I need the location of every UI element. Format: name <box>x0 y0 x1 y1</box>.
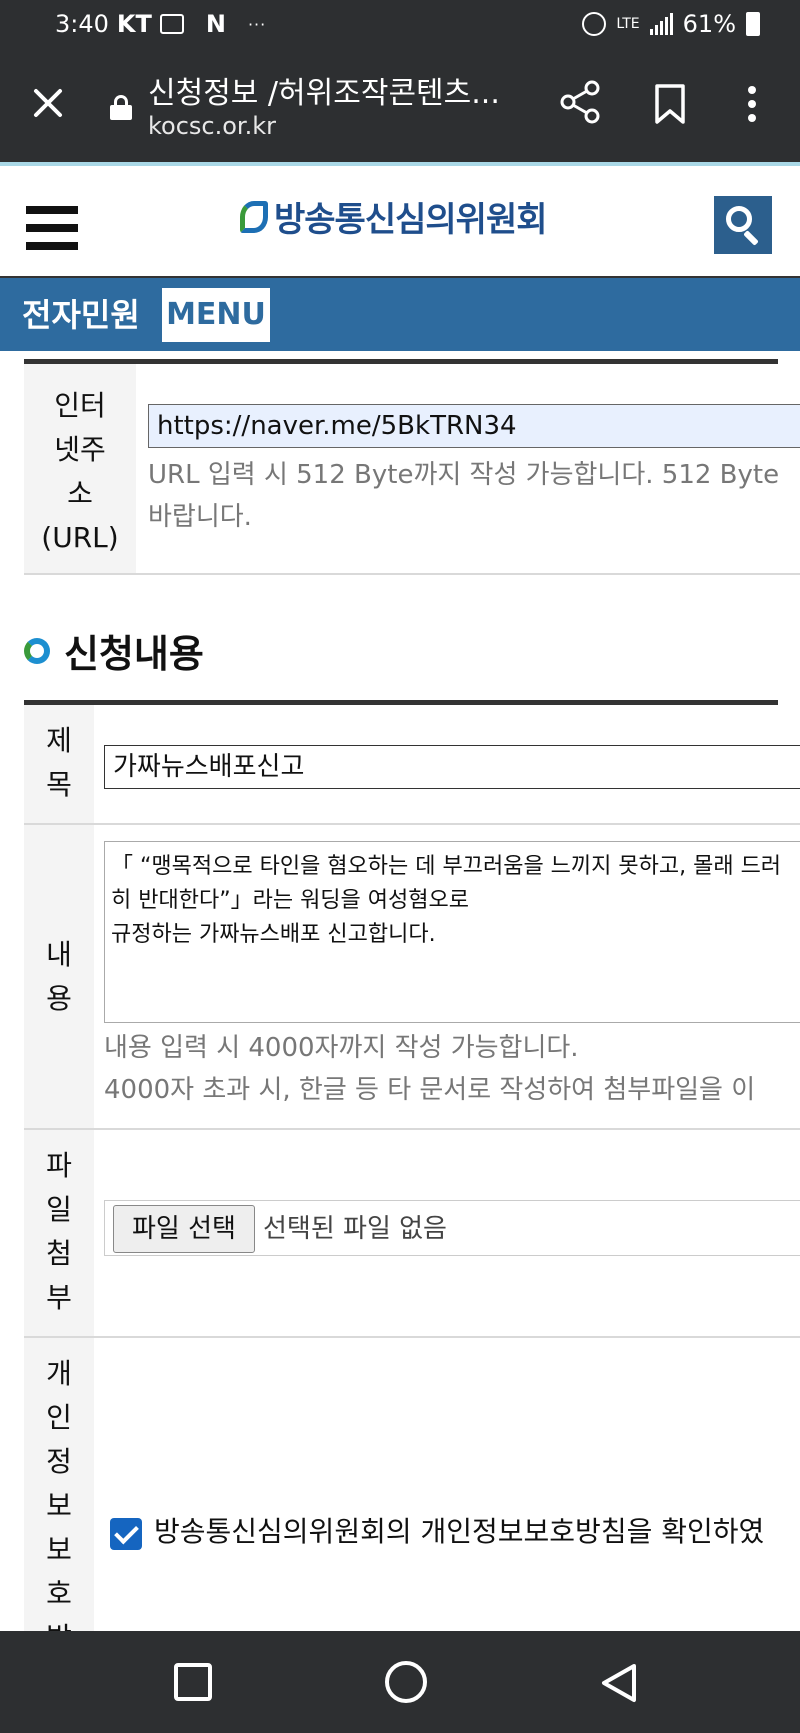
back-icon[interactable] <box>598 1663 638 1703</box>
content-row: 내 용 「 “맹목적으로 타인을 혐오하는 데 부끄러움을 느끼지 못하고, 몰… <box>24 825 800 1130</box>
battery-icon <box>746 12 760 36</box>
alarm-icon <box>582 12 607 36</box>
status-bar: 3:40 KT N ··· LTE 61% <box>0 0 800 50</box>
signal-icon <box>649 13 673 35</box>
file-label: 파 일 첨 부 <box>24 1130 94 1336</box>
privacy-agree-text[interactable]: 방송통신심의위원회의 개인정보보호방침을 확인하였 <box>154 1510 764 1554</box>
title-row: 제 목 가짜뉴스배포신고 <box>24 705 800 825</box>
logo-text: 방송통신심의위원회 <box>274 200 548 240</box>
status-time: 3:40 <box>55 10 109 38</box>
file-select-button[interactable]: 파일 선택 <box>113 1205 255 1253</box>
site-header: 방송통신심의위원회 <box>0 162 800 278</box>
n-notification-icon: N <box>205 10 226 38</box>
status-carrier: KT <box>116 10 152 38</box>
hamburger-menu-icon[interactable] <box>26 206 78 250</box>
form-content: 인터 넷주 소 (URL) https://naver.me/5BkTRN34 … <box>0 351 800 1631</box>
logo-mark-icon <box>240 200 268 233</box>
content-label: 내 용 <box>24 825 94 1128</box>
url-help-text: URL 입력 시 512 Byte까지 작성 가능합니다. 512 Byte 바… <box>148 460 780 532</box>
page-url[interactable]: kocsc.or.kr <box>148 112 276 140</box>
recent-apps-icon[interactable] <box>174 1663 212 1701</box>
home-icon[interactable] <box>385 1661 427 1703</box>
url-label: 인터 넷주 소 (URL) <box>24 364 136 573</box>
title-input[interactable]: 가짜뉴스배포신고 <box>104 745 800 789</box>
url-row: 인터 넷주 소 (URL) https://naver.me/5BkTRN34 … <box>24 364 800 575</box>
share-icon[interactable] <box>558 80 602 124</box>
section-title: 신청내용 <box>64 632 204 676</box>
search-button[interactable] <box>714 196 772 254</box>
content-textarea[interactable]: 「 “맹목적으로 타인을 혐오하는 데 부끄러움을 느끼지 못하고, 몰래 드러… <box>104 841 800 1023</box>
more-notifications-icon: ··· <box>247 14 267 34</box>
privacy-row: 개 인 정 보 보 호 방 방송통신심의위원회의 개인정보보호방침을 확인하였 <box>24 1338 800 1631</box>
privacy-label: 개 인 정 보 보 호 방 <box>24 1338 94 1631</box>
content-help-text: 내용 입력 시 4000자까지 작성 가능합니다. 4000자 초과 시, 한글… <box>104 1033 756 1105</box>
search-icon <box>726 206 752 232</box>
bookmark-icon[interactable] <box>655 84 685 124</box>
browser-toolbar: 신청정보 /허위조작콘텐츠... kocsc.or.kr <box>0 50 800 162</box>
url-input[interactable]: https://naver.me/5BkTRN34 <box>148 404 800 448</box>
section-heading: 신청내용 <box>24 623 204 678</box>
more-options-icon[interactable] <box>748 86 756 122</box>
file-status: 선택된 파일 없음 <box>263 1214 447 1244</box>
privacy-checkbox[interactable] <box>110 1518 142 1550</box>
close-icon[interactable] <box>30 84 66 120</box>
site-logo[interactable]: 방송통신심의위원회 <box>240 192 548 241</box>
file-input[interactable]: 파일 선택 선택된 파일 없음 <box>104 1200 800 1256</box>
lte-icon: LTE <box>616 16 640 32</box>
page-title[interactable]: 신청정보 /허위조작콘텐츠... <box>148 68 528 112</box>
file-row: 파 일 첨 부 파일 선택 선택된 파일 없음 <box>24 1130 800 1338</box>
message-icon <box>159 14 184 34</box>
system-nav-bar <box>0 1631 800 1733</box>
menu-bar: 전자민원 MENU <box>0 278 800 351</box>
title-label: 제 목 <box>24 705 94 823</box>
menu-title[interactable]: 전자민원 <box>22 290 140 336</box>
section-bullet-icon <box>24 637 50 664</box>
battery-percent: 61% <box>682 10 736 38</box>
menu-button[interactable]: MENU <box>162 288 270 342</box>
lock-icon[interactable] <box>110 95 132 120</box>
